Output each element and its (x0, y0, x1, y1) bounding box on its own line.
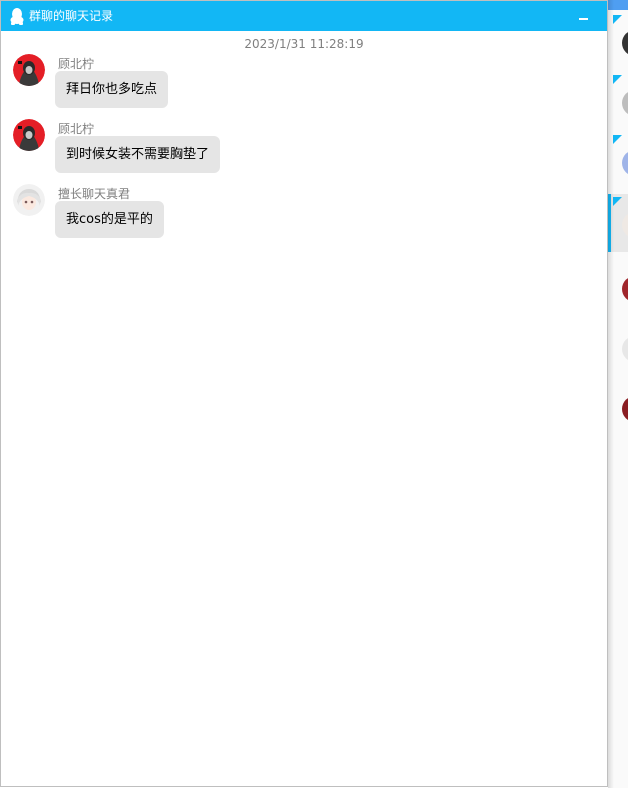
chat-history-window: 群聊的聊天记录 2023/1/31 11:28:19 顾北柠 拜日你也多吃点 顾… (0, 0, 608, 787)
title-bar: 群聊的聊天记录 (1, 1, 607, 31)
sender-name: 顾北柠 (58, 57, 95, 71)
sender-avatar[interactable] (13, 119, 45, 151)
message-bubble[interactable]: 到时候女装不需要胸垫了 (55, 136, 221, 173)
blue-anime-avatar (622, 150, 628, 176)
light-avatar (622, 336, 628, 362)
message-bubble[interactable]: 拜日你也多吃点 (55, 71, 169, 108)
session-list-sidebar (608, 0, 628, 788)
dark-avatar (622, 30, 628, 56)
red-dark-avatar (622, 396, 628, 422)
white-hair-avatar (622, 212, 628, 238)
minimize-button[interactable] (575, 7, 593, 25)
sender-name: 顾北柠 (58, 122, 95, 136)
qq-penguin-icon (10, 8, 24, 25)
red-avatar (622, 276, 628, 302)
gray-avatar (622, 90, 628, 116)
message-timestamp: 2023/1/31 11:28:19 (244, 37, 364, 51)
sidebar-shadow (608, 0, 614, 788)
unread-corner-icon (613, 135, 622, 144)
unread-corner-icon (613, 15, 622, 24)
message-bubble[interactable]: 我cos的是平的 (55, 201, 164, 238)
unread-corner-icon (613, 197, 622, 206)
sender-avatar[interactable] (13, 184, 45, 216)
window-title: 群聊的聊天记录 (29, 9, 114, 23)
sender-avatar[interactable] (13, 54, 45, 86)
sender-name: 擅长聊天真君 (58, 187, 131, 201)
unread-corner-icon (613, 75, 622, 84)
